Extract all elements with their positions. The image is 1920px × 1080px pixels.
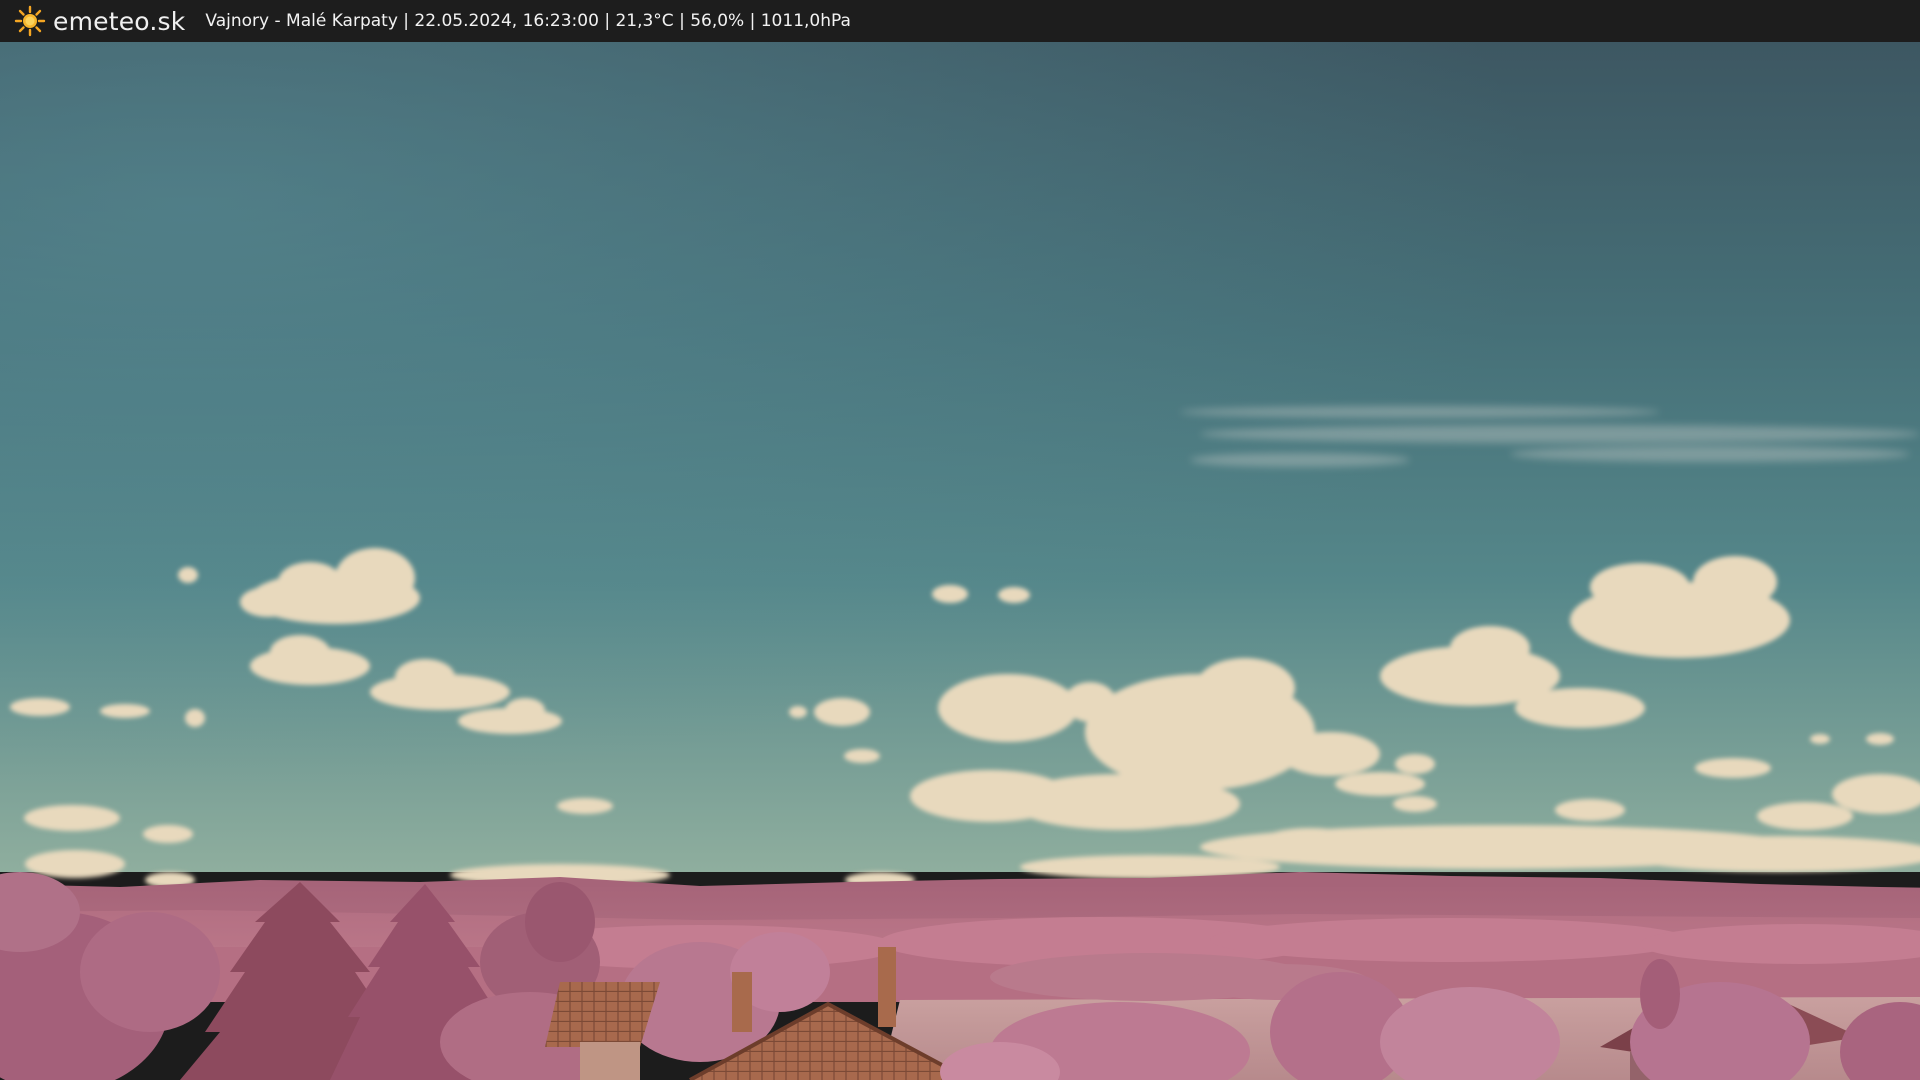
brand-name: emeteo.sk [53, 6, 186, 36]
station-status: Vajnory - Malé Karpaty | 22.05.2024, 16:… [205, 11, 851, 31]
brand[interactable]: emeteo.sk [14, 5, 185, 37]
webcam-image [0, 42, 1920, 1080]
top-bar: emeteo.sk Vajnory - Malé Karpaty | 22.05… [0, 0, 1920, 42]
sun-icon [14, 5, 46, 37]
webcam-frame: emeteo.sk Vajnory - Malé Karpaty | 22.05… [0, 0, 1920, 1080]
